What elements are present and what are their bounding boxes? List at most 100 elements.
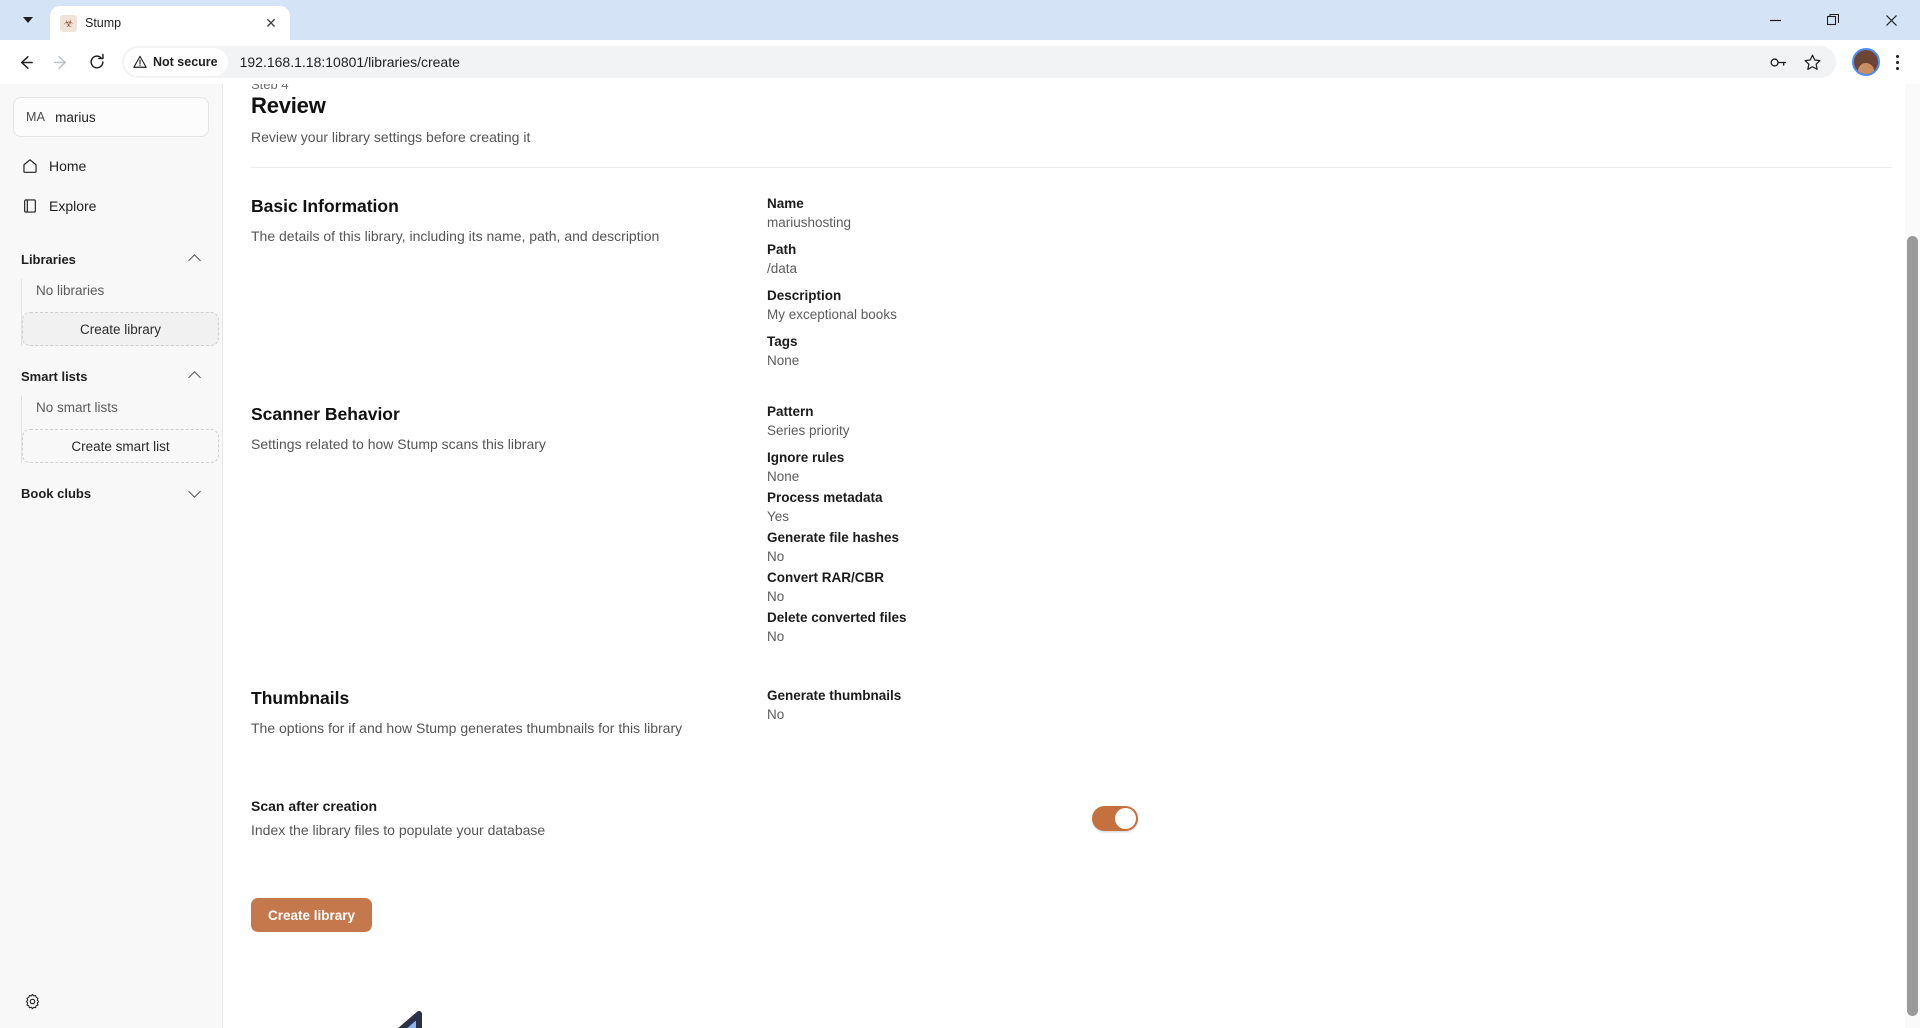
scrollbar-thumb[interactable] [1907,236,1918,1016]
minimize-button[interactable] [1746,0,1804,40]
sidebar-group-title: Smart lists [21,368,88,384]
browser-tab[interactable]: ☣ Stump ✕ [50,6,290,40]
field-value: mariushosting [767,215,852,230]
reload-icon[interactable] [80,45,114,79]
site-security-badge[interactable]: Not secure [124,48,228,76]
key-icon[interactable] [1766,50,1790,74]
field-path: Path /data [767,242,1892,276]
forward-arrow-icon[interactable] [44,45,78,79]
maximize-button[interactable] [1804,0,1862,40]
field-label: Delete converted files [767,610,907,625]
browser-chrome: ☣ Stump ✕ Not secure 192.168.1.18:10801/… [0,0,1920,84]
gear-icon[interactable] [19,988,45,1014]
close-icon[interactable]: ✕ [262,14,280,32]
user-name: marius [55,109,96,125]
field-value: Yes [767,509,790,524]
chevron-down-icon [23,17,33,23]
field-value: None [767,469,800,484]
field-process-metadata: Process metadata Yes [767,490,1892,524]
omnibox-actions [1766,50,1828,74]
star-icon[interactable] [1800,50,1824,74]
tab-search-button[interactable] [10,5,46,35]
field-convert-rar-cbr: Convert RAR/CBR No [767,570,1892,604]
field-generate-thumbnails: Generate thumbnails No [767,688,1892,722]
step-header: Step 4 Review Review your library settin… [223,84,1920,168]
section-basic-information: Basic Information The details of this li… [223,168,1920,380]
avatar[interactable] [1852,48,1880,76]
user-initials: MA [26,110,46,124]
chevron-up-icon[interactable] [189,370,201,382]
section-title: Basic Information [251,196,399,216]
section-description: Scanner Behavior Settings related to how… [251,404,767,656]
sidebar-item-home[interactable]: Home [13,149,209,183]
scan-after-creation-subtitle: Index the library files to populate your… [251,822,546,838]
field-generate-file-hashes: Generate file hashes No [767,530,1892,564]
section-description: Thumbnails The options for if and how St… [251,688,767,736]
kebab-menu-icon[interactable] [1882,45,1912,79]
field-value: No [767,707,785,722]
section-subtitle: The options for if and how Stump generat… [251,720,683,736]
create-smart-list-button[interactable]: Create smart list [22,429,219,463]
field-tags: Tags None [767,334,1892,368]
field-value: Series priority [767,423,850,438]
sidebar: MA marius Home Explore Libraries No libr… [0,84,223,1028]
section-fields: Name mariushosting Path /data Descriptio… [767,196,1892,380]
sidebar-group-book-clubs-header[interactable]: Book clubs [13,479,209,507]
field-value: No [767,549,785,564]
no-libraries-text: No libraries [36,283,105,298]
tab-title: Stump [85,16,122,30]
window-close-button[interactable] [1862,0,1920,40]
create-library-sidebar-button[interactable]: Create library [22,312,219,346]
sidebar-item-explore[interactable]: Explore [13,189,209,223]
review-form: Step 4 Review Review your library settin… [223,84,1920,932]
sidebar-group-libraries-header[interactable]: Libraries [13,245,209,273]
sidebar-group-libraries: Libraries No libraries Create library [13,245,219,346]
security-label: Not secure [153,55,218,69]
sidebar-group-smart-lists-body: No smart lists Create smart list [21,396,219,463]
app-page: MA marius Home Explore Libraries No libr… [0,84,1920,1028]
field-label: Description [767,288,842,303]
annotation-arrow [398,1011,422,1028]
sidebar-group-smart-lists: Smart lists No smart lists Create smart … [13,362,219,463]
stump-favicon: ☣ [60,14,77,32]
sidebar-group-smart-lists-header[interactable]: Smart lists [13,362,209,390]
field-label: Generate file hashes [767,530,900,545]
field-value: No [767,629,785,644]
sidebar-group-title: Libraries [21,251,76,267]
field-label: Name [767,196,804,211]
scan-after-creation-row: Scan after creation Index the library fi… [223,736,1920,838]
submit-row: Create library [223,838,1920,932]
field-label: Pattern [767,404,814,419]
section-scanner-behavior: Scanner Behavior Settings related to how… [223,380,1920,656]
field-name: Name mariushosting [767,196,1892,230]
address-bar[interactable]: Not secure 192.168.1.18:10801/libraries/… [122,46,1836,78]
field-value: /data [767,261,798,276]
scan-after-creation-title: Scan after creation [251,798,378,814]
section-subtitle: Settings related to how Stump scans this… [251,436,546,452]
section-title: Scanner Behavior [251,404,400,424]
field-label: Tags [767,334,798,349]
home-icon [21,158,38,175]
sidebar-group-book-clubs: Book clubs [13,479,209,507]
field-label: Convert RAR/CBR [767,570,885,585]
sidebar-group-title: Book clubs [21,485,92,501]
field-label: Ignore rules [767,450,845,465]
section-thumbnails: Thumbnails The options for if and how St… [223,656,1920,736]
chevron-up-icon[interactable] [189,253,201,265]
step-label: Step 4 [251,84,1892,89]
sidebar-group-libraries-body: No libraries Create library [21,279,219,346]
window-controls [1746,0,1920,40]
create-library-button[interactable]: Create library [251,898,373,932]
back-arrow-icon[interactable] [8,45,42,79]
chevron-down-icon[interactable] [189,487,201,499]
page-title: Review [251,93,326,118]
url-text: 192.168.1.18:10801/libraries/create [239,54,460,70]
scan-after-creation-toggle[interactable] [1092,805,1138,831]
field-ignore-rules: Ignore rules None [767,450,1892,484]
scrollbar-track[interactable] [1905,84,1920,1028]
user-chip[interactable]: MA marius [13,97,209,137]
field-label: Generate thumbnails [767,688,902,703]
tab-strip: ☣ Stump ✕ [0,0,1920,40]
section-subtitle: The details of this library, including i… [251,228,660,244]
warning-triangle-icon [133,55,147,68]
